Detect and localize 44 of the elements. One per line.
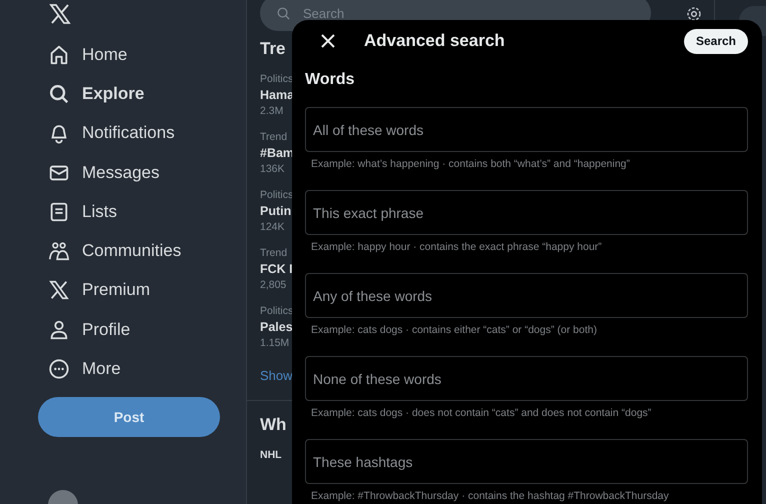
section-title: Wh (260, 415, 288, 435)
field-hint: Example: cats dogs · contains either “cats” or “dogs” (or both) (311, 324, 598, 336)
nav-item[interactable]: Profile (38, 310, 136, 350)
trend-count: 2.3M (260, 105, 284, 117)
section-heading: Words (305, 71, 356, 89)
trend-count: 1.15M (260, 337, 289, 349)
x-logo-icon[interactable] (48, 2, 72, 26)
x-logo-icon (48, 279, 70, 302)
more-icon (48, 358, 70, 380)
trend-count: 136K (260, 163, 286, 175)
people-icon (48, 240, 70, 262)
input-field[interactable]: This exact phrase (305, 190, 748, 235)
trend-category: NHL (260, 449, 283, 461)
field-hint: Example: what’s happening · contains both “what’s” and “happening” (311, 158, 631, 170)
nav-item[interactable]: Explore (38, 74, 150, 114)
trend-name[interactable]: Putin (260, 204, 289, 218)
trend-category: Trend (260, 247, 288, 259)
dialog-title: Advanced search (364, 31, 506, 51)
input-field[interactable]: All of these words (305, 107, 748, 152)
field-hint: Example: cats dogs · does not contain “cats” and does not contain “dogs” (311, 407, 652, 419)
search-icon (276, 6, 291, 20)
home-icon (48, 44, 70, 66)
trend-count: 124K (260, 221, 286, 233)
person-icon (48, 318, 70, 341)
nav-item[interactable]: Messages (38, 152, 166, 192)
list-icon (48, 200, 70, 223)
section-title: Tre (260, 39, 287, 59)
trend-category: Trend (260, 131, 288, 143)
search-icon (48, 82, 70, 105)
input-field[interactable]: Any of these words (305, 273, 748, 318)
settings-icon[interactable] (686, 6, 702, 22)
search-button[interactable]: Search (684, 28, 748, 54)
field-hint: Example: #ThrowbackThursday · contains the hashtag #ThrowbackThursday (311, 490, 670, 502)
input-field[interactable]: These hashtags (305, 439, 748, 484)
nav-item[interactable]: Premium (38, 270, 156, 310)
nav-item[interactable]: Notifications (38, 114, 181, 153)
field-hint: Example: happy hour · contains the exact phrase “happy hour” (311, 241, 603, 253)
nav-item[interactable]: More (38, 349, 127, 389)
input-field[interactable]: None of these words (305, 356, 748, 401)
nav-item[interactable]: Communities (38, 231, 188, 271)
nav-item[interactable]: Home (38, 35, 134, 74)
trend-count: 2,805 (260, 279, 288, 291)
nav-item[interactable]: Lists (38, 192, 123, 232)
search-placeholder: Search (303, 6, 344, 20)
